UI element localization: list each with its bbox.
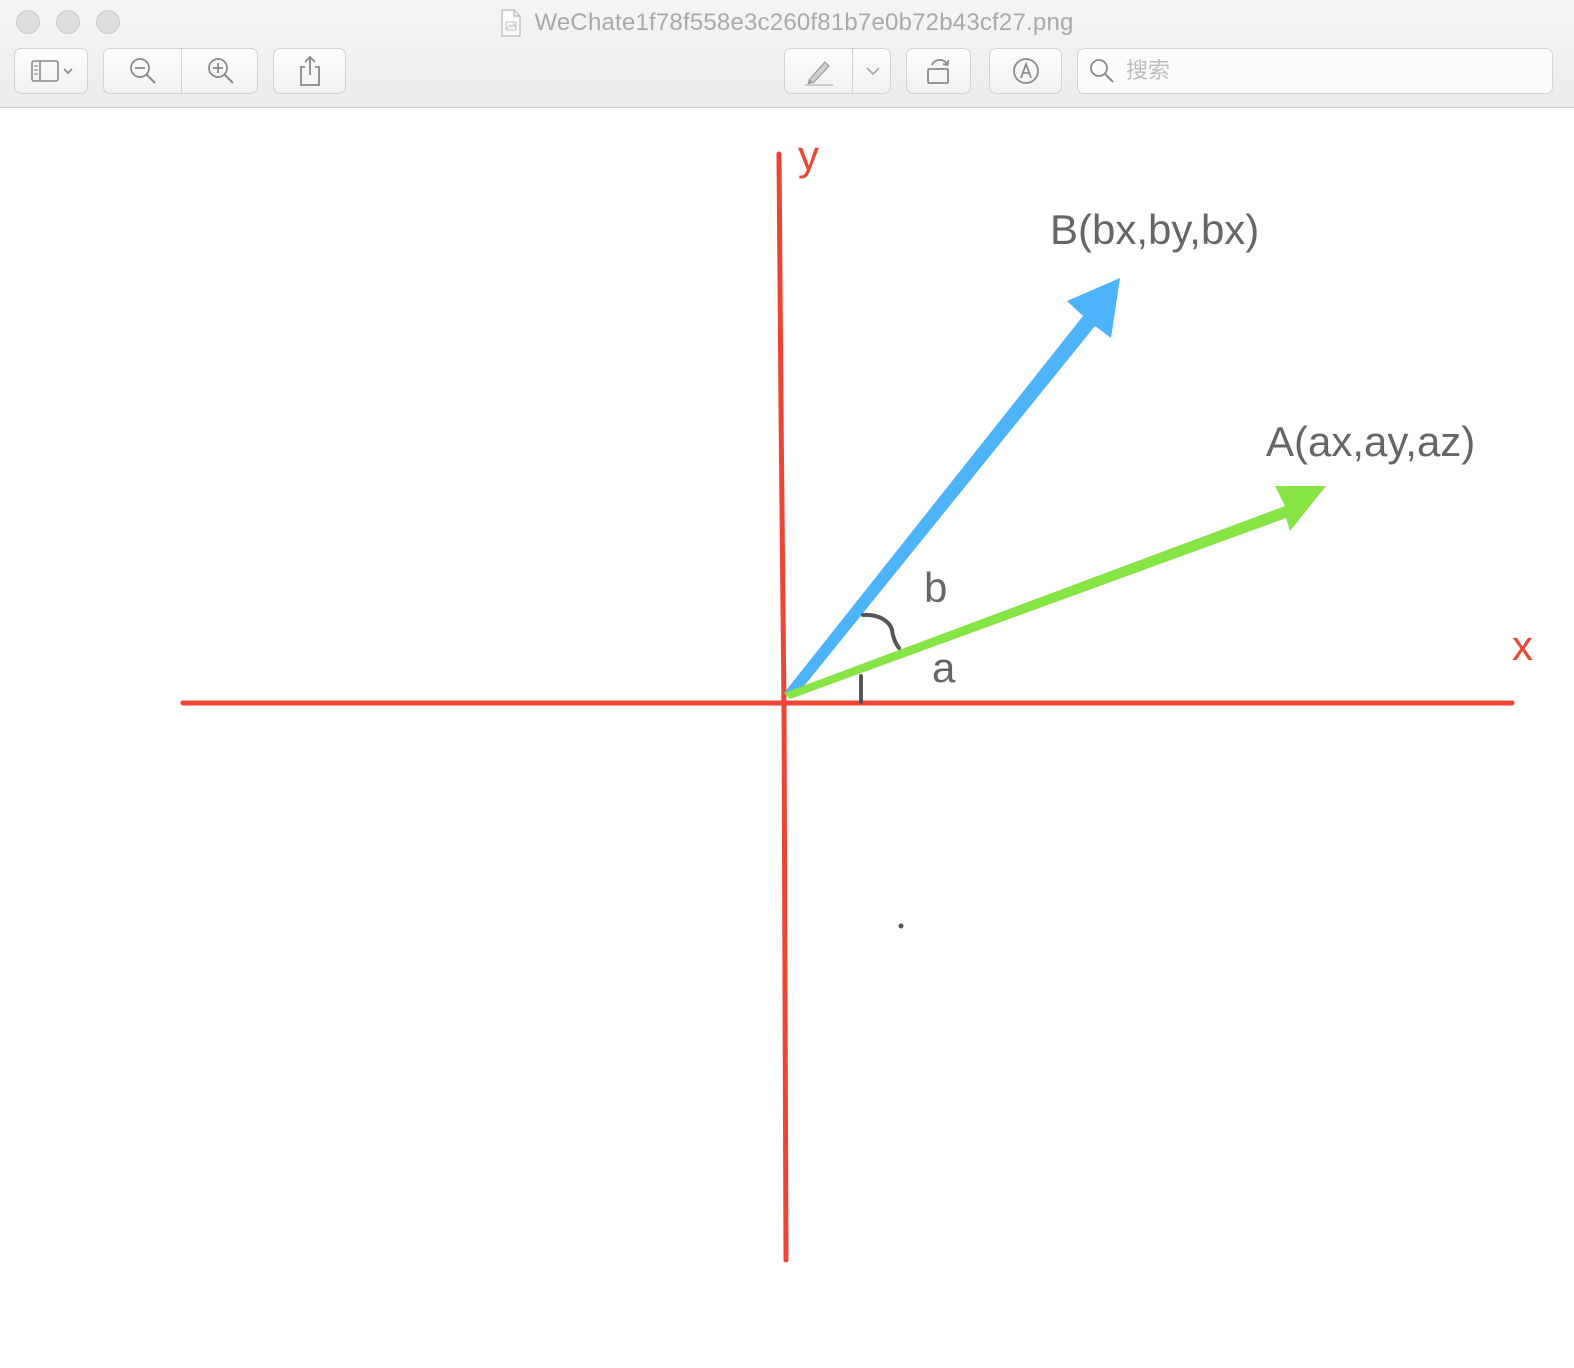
annotate-button[interactable] bbox=[989, 48, 1062, 94]
y-axis-label: y bbox=[798, 132, 819, 179]
zoom-in-icon bbox=[207, 58, 234, 84]
zoom-out-icon bbox=[129, 58, 156, 84]
preview-window: WeChate1f78f558e3c260f81b7e0b72b43cf27.p… bbox=[0, 0, 1574, 1368]
markup-segment bbox=[784, 48, 891, 94]
x-axis-label: x bbox=[1512, 622, 1533, 669]
image-canvas: y x B(bx,by,bx) A(ax,ay,az) b a bbox=[180, 132, 1533, 1263]
angle-b-mark bbox=[861, 612, 901, 650]
share-button[interactable] bbox=[273, 48, 346, 94]
rotate-icon bbox=[926, 59, 949, 84]
zoom-out-button[interactable] bbox=[104, 49, 181, 93]
stray-dot bbox=[898, 923, 904, 929]
vector-b-label: B(bx,by,bx) bbox=[1050, 206, 1259, 253]
angle-b-label: b bbox=[924, 564, 947, 611]
pen-icon bbox=[804, 61, 833, 86]
document-icon bbox=[501, 9, 522, 37]
markup-circle-icon bbox=[1012, 58, 1039, 84]
vector-a-label: A(ax,ay,az) bbox=[1266, 418, 1475, 465]
y-axis bbox=[776, 151, 789, 1263]
title-area: WeChate1f78f558e3c260f81b7e0b72b43cf27.p… bbox=[0, 6, 1574, 40]
markup-dropdown-button[interactable] bbox=[853, 49, 892, 93]
rotate-button[interactable] bbox=[906, 48, 971, 94]
search-icon bbox=[1090, 59, 1114, 83]
share-icon bbox=[299, 55, 320, 86]
sidebar-icon bbox=[31, 60, 73, 82]
search-field[interactable] bbox=[1077, 48, 1553, 94]
markup-pen-button[interactable] bbox=[785, 49, 852, 93]
window-toolbar: WeChate1f78f558e3c260f81b7e0b72b43cf27.p… bbox=[0, 0, 1574, 108]
zoom-in-button[interactable] bbox=[182, 49, 259, 93]
sidebar-toggle-button[interactable] bbox=[14, 48, 88, 94]
window-title: WeChate1f78f558e3c260f81b7e0b72b43cf27.p… bbox=[534, 9, 1074, 36]
zoom-segment bbox=[103, 48, 258, 94]
chevron-down-icon bbox=[865, 67, 880, 76]
angle-a-label: a bbox=[932, 644, 956, 691]
search-input[interactable] bbox=[1124, 57, 1528, 85]
